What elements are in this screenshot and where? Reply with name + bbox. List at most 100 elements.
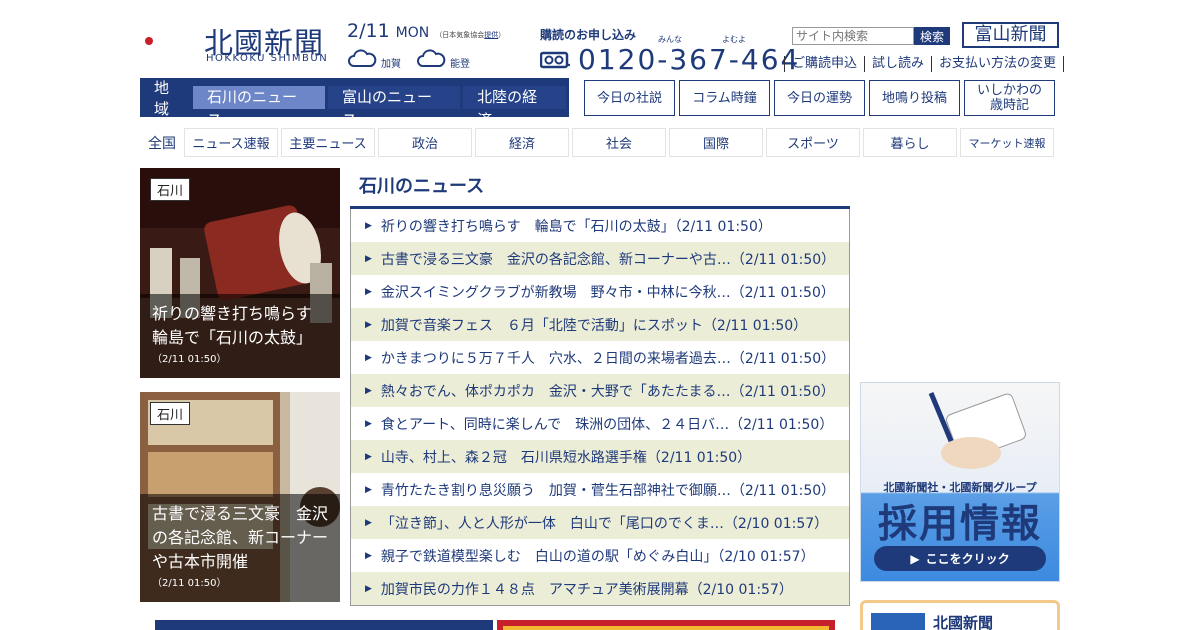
photo-caption-text: 祈りの響き打ち鳴らす 輪島で「石川の太鼓」 <box>152 304 328 347</box>
category-living[interactable]: 暮らし <box>863 128 957 157</box>
search-button[interactable]: 検索 <box>914 27 950 45</box>
news-headline: 祈りの響き打ち鳴らす 輪島で「石川の太鼓」（2/11 01:50） <box>380 218 772 235</box>
bottom-banner-right[interactable] <box>497 620 835 630</box>
link-editorial[interactable]: 今日の社説 <box>584 80 675 116</box>
ad-click-button[interactable]: ▶ ここをクリック <box>874 546 1046 571</box>
category-top-news[interactable]: 主要ニュース <box>281 128 375 157</box>
ishikawa-news-panel: 石川のニュース ▶ 祈りの響き打ち鳴らす 輪島で「石川の太鼓」（2/11 01:5… <box>350 170 850 606</box>
weather-noto[interactable]: 能登 <box>416 46 470 70</box>
page: 北國新聞 HOKKOKU SHIMBUN 2/11 MON （日本気象協会提供） 加… <box>0 0 1200 630</box>
arrow-right-icon: ▶ <box>365 418 372 429</box>
day-of-week: MON <box>395 25 430 41</box>
date-display: 2/11 MON （日本気象協会提供） <box>347 20 505 42</box>
news-item[interactable]: ▶ 祈りの響き打ち鳴らす 輪島で「石川の太鼓」（2/11 01:50） <box>351 209 849 242</box>
news-item[interactable]: ▶ 熱々おでん、体ポカポカ 金沢・大野で「あたたまる…（2/11 01:50） <box>351 374 849 407</box>
news-headline: かきまつりに５万７千人 穴水、２日間の来場者過去…（2/11 01:50） <box>380 350 836 367</box>
arrow-right-icon: ▶ <box>365 484 372 495</box>
news-list: ▶ 祈りの響き打ち鳴らす 輪島で「石川の太鼓」（2/11 01:50） ▶ 古書で浸… <box>350 209 850 606</box>
photo-story[interactable]: 石川 祈りの響き打ち鳴らす 輪島で「石川の太鼓」 （2/11 01:50） <box>140 168 340 378</box>
category-society[interactable]: 社会 <box>572 128 666 157</box>
category-nav: 全国 ニュース速報 主要ニュース 政治 経済 社会 国際 スポーツ 暮らし マー… <box>140 128 1057 157</box>
news-item[interactable]: ▶ かきまつりに５万７千人 穴水、２日間の来場者過去…（2/11 01:50） <box>351 341 849 374</box>
arrow-right-icon: ▶ <box>365 583 372 594</box>
logo-mark-icon <box>143 20 170 62</box>
category-label-national: 全国 <box>148 135 176 152</box>
news-headline: 親子で鉄道模型楽しむ 白山の道の駅「めぐみ白山」（2/10 01:57） <box>380 548 815 565</box>
news-panel-title: 石川のニュース <box>350 170 850 209</box>
news-headline: 「泣き節」、人と人形が一体 白山で「尾口のでくま…（2/10 01:57） <box>380 515 829 532</box>
link-trial[interactable]: 試し読み <box>864 56 931 72</box>
promo-title: 北國新聞 <box>933 614 994 630</box>
tab-toyama-news[interactable]: 富山のニュース <box>328 86 461 129</box>
arrow-right-icon: ▶ <box>365 451 372 462</box>
cloud-icon <box>417 49 446 67</box>
weather-kaga[interactable]: 加賀 <box>347 46 401 70</box>
ad-button-label: ここをクリック <box>925 552 1010 566</box>
search-input[interactable] <box>792 27 914 45</box>
arrow-right-icon: ▶ <box>365 550 372 561</box>
news-headline: 青竹たたき割り息災願う 加賀・菅生石部神社で御願…（2/11 01:50） <box>380 482 836 499</box>
promo-box[interactable]: 北國新聞 <box>860 600 1060 630</box>
subscribe-phone[interactable]: 0120-367-464 <box>540 43 800 76</box>
arrow-right-icon: ▶ <box>365 286 372 297</box>
weather-source: （日本気象協会提供） <box>435 31 506 39</box>
cloud-icon <box>348 49 377 67</box>
news-item[interactable]: ▶ 青竹たたき割り息災願う 加賀・菅生石部神社で御願…（2/11 01:50） <box>351 473 849 506</box>
news-headline: 食とアート、同時に楽しんで 珠洲の団体、２４日バ…（2/11 01:50） <box>380 416 834 433</box>
top-links: ご購読申込 試し読み お支払い方法の変更 <box>784 56 1065 72</box>
recruitment-ad[interactable]: 北國新聞社・北國新聞グループ 採用情報 ▶ ここをクリック <box>860 382 1060 582</box>
arrow-right-icon: ▶ <box>365 319 372 330</box>
news-item[interactable]: ▶ 古書で浸る三文豪 金沢の各記念館、新コーナーや古…（2/11 01:50） <box>351 242 849 275</box>
arrow-right-icon: ▶ <box>365 253 372 264</box>
arrow-right-icon: ▶ <box>365 385 372 396</box>
region-tag: 石川 <box>150 402 191 425</box>
news-headline: 熱々おでん、体ポカポカ 金沢・大野で「あたたまる…（2/11 01:50） <box>380 383 835 400</box>
region-nav: 地域 石川のニュース 富山のニュース 北陸の経済 <box>140 78 569 129</box>
category-politics[interactable]: 政治 <box>378 128 472 157</box>
site-search: 検索 <box>792 27 950 45</box>
subscribe-label: 購読のお申し込み <box>540 28 637 42</box>
arrow-right-icon: ▶ <box>365 220 372 231</box>
tab-hokuriku-economy[interactable]: 北陸の経済 <box>463 86 566 129</box>
link-payment-change[interactable]: お支払い方法の変更 <box>931 56 1065 72</box>
news-headline: 古書で浸る三文豪 金沢の各記念館、新コーナーや古…（2/11 01:50） <box>380 251 836 268</box>
category-sports[interactable]: スポーツ <box>766 128 860 157</box>
category-economy[interactable]: 経済 <box>475 128 569 157</box>
phone-number: 0120-367-464 <box>578 43 801 76</box>
link-reader-posts[interactable]: 地鳴り投稿 <box>869 80 960 116</box>
date-text: 2/11 <box>347 20 390 42</box>
site-logo[interactable]: 北國新聞 HOKKOKU SHIMBUN <box>140 16 340 66</box>
tablet-hand-illustration <box>928 392 1026 469</box>
free-dial-icon <box>540 51 570 68</box>
feature-links: 今日の社説 コラム時鐘 今日の運勢 地鳴り投稿 いしかわの 歳時記 <box>584 80 1055 116</box>
news-headline: 金沢スイミングクラブが新教場 野々市・中林に今秋…（2/11 01:50） <box>380 284 835 301</box>
weather-label: 加賀 <box>381 59 401 70</box>
toyama-shimbun-logo[interactable]: 富山新聞 <box>962 22 1059 48</box>
photo-timestamp: （2/11 01:50） <box>152 578 227 589</box>
category-international[interactable]: 国際 <box>669 128 763 157</box>
tab-ishikawa-news[interactable]: 石川のニュース <box>192 86 326 129</box>
news-item[interactable]: ▶ 山寺、村上、森２冠 石川県短水路選手権（2/11 01:50） <box>351 440 849 473</box>
link-column-jisho[interactable]: コラム時鐘 <box>679 80 770 116</box>
news-item[interactable]: ▶ 金沢スイミングクラブが新教場 野々市・中林に今秋…（2/11 01:50） <box>351 275 849 308</box>
photo-story[interactable]: 石川 古書で浸る三文豪 金沢の各記念館、新コーナーや古本市開催 （2/11 01… <box>140 392 340 602</box>
link-horoscope[interactable]: 今日の運勢 <box>774 80 865 116</box>
news-item[interactable]: ▶ 親子で鉄道模型楽しむ 白山の道の駅「めぐみ白山」（2/10 01:57） <box>351 539 849 572</box>
news-item[interactable]: ▶ 加賀で音楽フェス ６月「北陸で活動」にスポット（2/11 01:50） <box>351 308 849 341</box>
news-headline: 加賀で音楽フェス ６月「北陸で活動」にスポット（2/11 01:50） <box>380 317 808 334</box>
category-breaking-news[interactable]: ニュース速報 <box>184 128 278 157</box>
weather-source-link[interactable]: 提供 <box>484 31 498 39</box>
region-tag: 石川 <box>150 178 191 201</box>
arrow-right-icon: ▶ <box>365 352 372 363</box>
link-subscribe[interactable]: ご購読申込 <box>784 56 864 72</box>
news-headline: 加賀市民の力作１４８点 アマチュア美術展開幕（2/10 01:57） <box>380 581 793 598</box>
bottom-banner-left[interactable] <box>155 620 493 630</box>
link-seasonal-calendar[interactable]: いしかわの 歳時記 <box>964 80 1055 116</box>
news-item[interactable]: ▶ 「泣き節」、人と人形が一体 白山で「尾口のでくま…（2/10 01:57） <box>351 506 849 539</box>
arrow-right-icon: ▶ <box>365 517 372 528</box>
ad-title: 採用情報 <box>877 502 1042 547</box>
news-item[interactable]: ▶ 加賀市民の力作１４８点 アマチュア美術展開幕（2/10 01:57） <box>351 572 849 605</box>
weather-label: 能登 <box>450 59 470 70</box>
category-market-news[interactable]: マーケット速報 <box>960 128 1054 157</box>
news-item[interactable]: ▶ 食とアート、同時に楽しんで 珠洲の団体、２４日バ…（2/11 01:50） <box>351 407 849 440</box>
